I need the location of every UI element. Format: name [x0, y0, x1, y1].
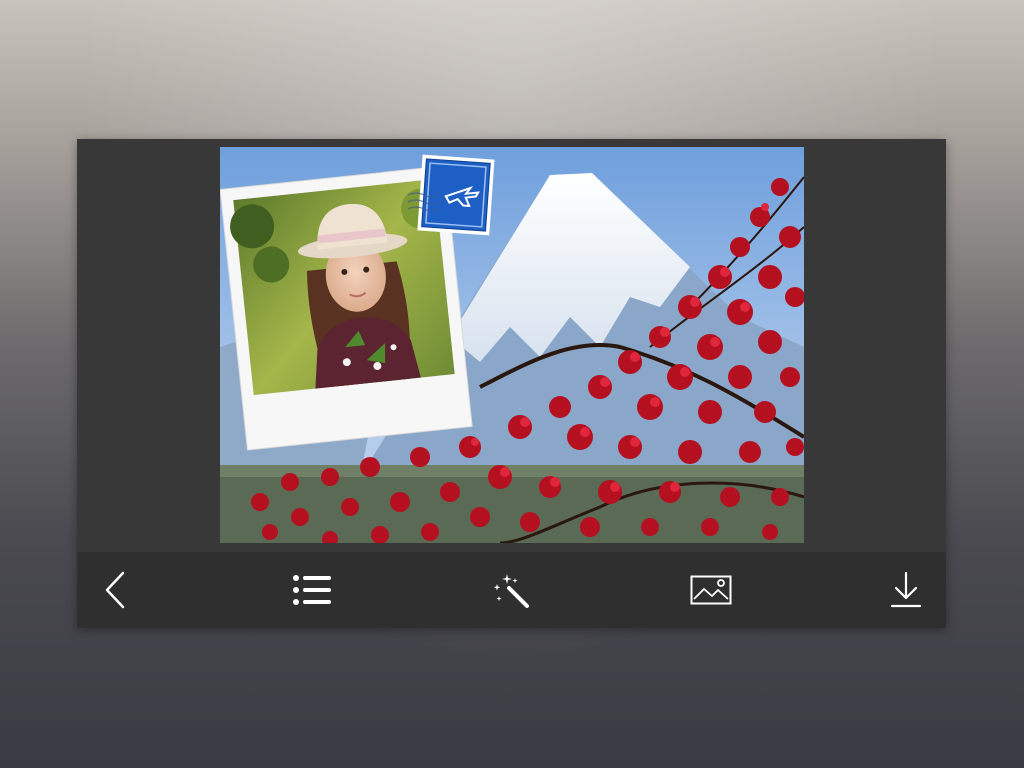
magic-wand-icon — [493, 574, 529, 608]
photo-frame-canvas — [220, 147, 804, 543]
image-icon — [690, 575, 732, 605]
back-button[interactable] — [91, 566, 139, 614]
frames-list-button[interactable] — [288, 566, 336, 614]
editor-screen — [77, 139, 946, 628]
bottom-toolbar — [77, 552, 946, 628]
save-button[interactable] — [882, 566, 930, 614]
gallery-button[interactable] — [687, 566, 735, 614]
effects-button[interactable] — [487, 566, 535, 614]
airmail-stamp — [417, 154, 495, 236]
chevron-left-icon — [105, 571, 125, 609]
list-icon — [293, 575, 331, 605]
photo-frame-composite — [220, 147, 804, 543]
download-icon — [890, 571, 922, 608]
